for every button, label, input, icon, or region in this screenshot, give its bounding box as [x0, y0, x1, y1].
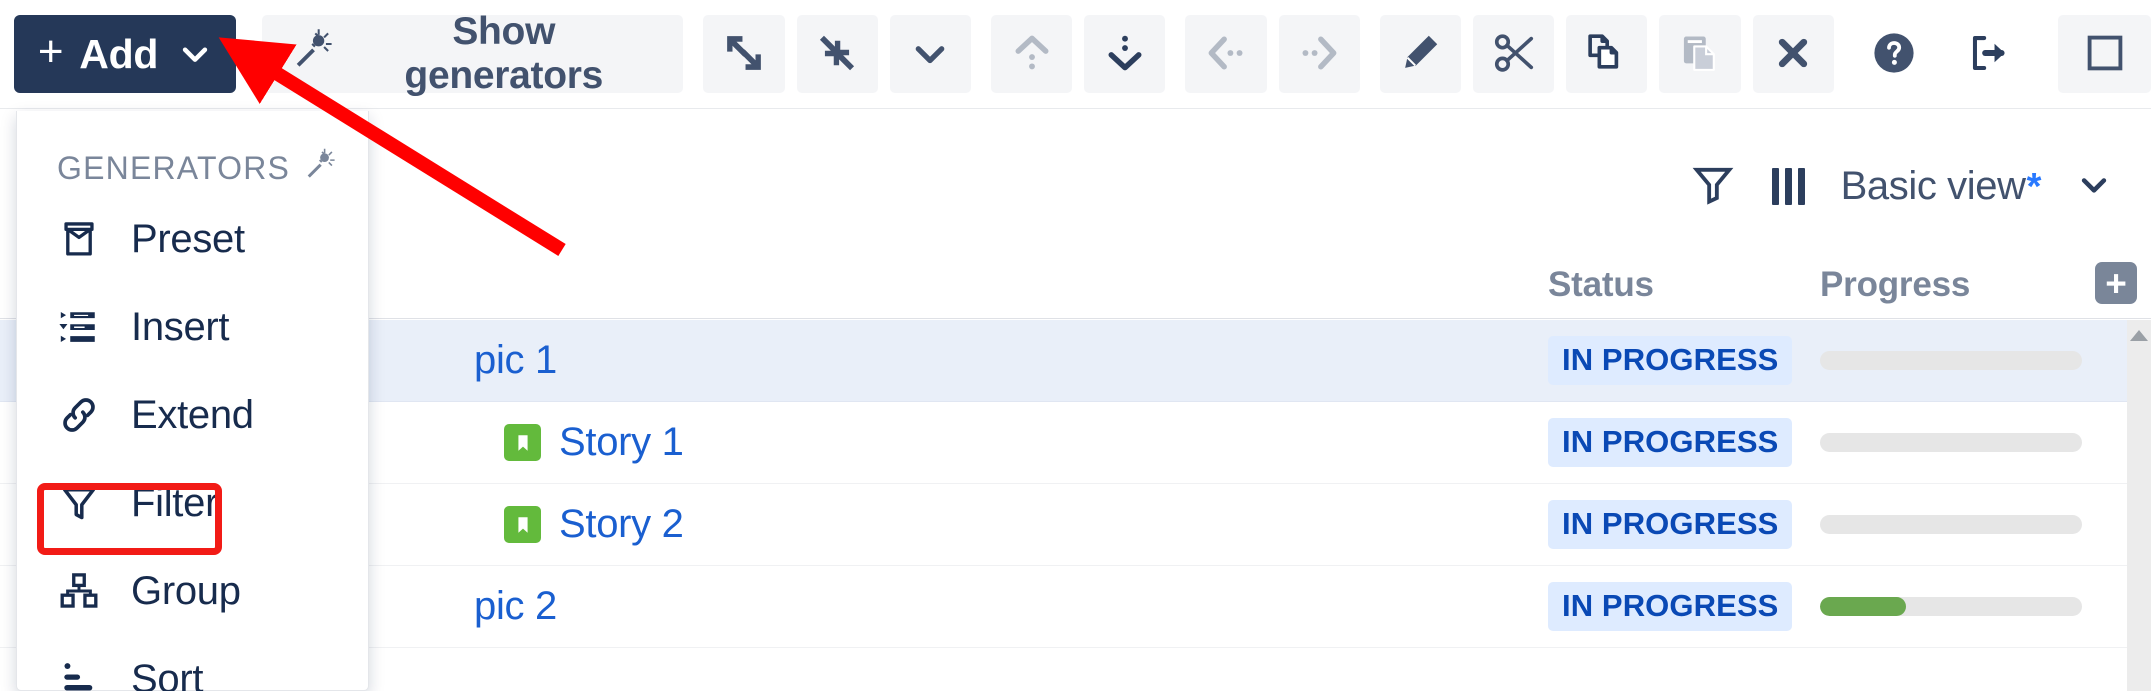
paste-button[interactable] — [1659, 15, 1740, 93]
column-header-progress[interactable]: Progress — [1820, 265, 1970, 305]
export-arrow-icon — [1965, 30, 2011, 79]
menu-item-sort[interactable]: Sort — [17, 641, 368, 691]
progress-bar — [1820, 515, 2082, 534]
export-button[interactable] — [1947, 15, 2028, 93]
menu-section-title: GENERATORS — [17, 111, 368, 189]
chevron-down-icon[interactable] — [2077, 167, 2111, 206]
menu-item-label: Insert — [131, 305, 229, 350]
edit-button[interactable] — [1380, 15, 1461, 93]
view-toolbar: Basic view* — [1690, 151, 2151, 221]
chevron-down-icon[interactable] — [178, 37, 212, 71]
add-button[interactable]: + Add — [14, 15, 236, 93]
view-name-label: Basic view — [1841, 164, 2026, 209]
paste-icon — [1677, 30, 1723, 79]
status-badge[interactable]: IN PROGRESS — [1548, 500, 1792, 549]
issue-link[interactable]: Story 2 — [504, 502, 684, 547]
status-badge[interactable]: IN PROGRESS — [1548, 336, 1792, 385]
menu-item-filter[interactable]: Filter — [17, 465, 368, 541]
move-up-button[interactable] — [991, 15, 1072, 93]
group-blocks-icon — [57, 570, 101, 612]
move-down-button[interactable] — [1084, 15, 1165, 93]
view-modified-marker: * — [2027, 166, 2041, 209]
story-bookmark-icon — [504, 424, 541, 461]
menu-item-group[interactable]: Group — [17, 553, 368, 629]
scroll-up-arrow-icon[interactable] — [2130, 330, 2148, 341]
app-window: + Add Show generators — [0, 0, 2151, 691]
column-header-status[interactable]: Status — [1548, 265, 1654, 305]
main-toolbar: + Add Show generators — [0, 0, 2151, 108]
link-chain-icon — [57, 394, 101, 436]
expand-arrows-icon — [721, 30, 767, 79]
columns-icon[interactable] — [1772, 168, 1805, 205]
menu-item-label: Group — [131, 569, 241, 614]
copy-pages-icon — [1584, 30, 1630, 79]
indent-button[interactable] — [1279, 15, 1360, 93]
show-generators-label: Show generators — [354, 10, 653, 98]
menu-item-label: Preset — [131, 217, 245, 262]
progress-bar — [1820, 433, 2082, 452]
add-button-label: Add — [79, 31, 158, 78]
add-column-button[interactable]: + — [2095, 262, 2137, 304]
arrow-right-dotted-icon — [1297, 31, 1341, 78]
issue-link[interactable]: pic 1 — [474, 338, 557, 383]
show-generators-button[interactable]: Show generators — [262, 15, 683, 93]
generators-dropdown-menu: GENERATORS Preset — [16, 111, 369, 691]
menu-item-label: Sort — [131, 657, 203, 691]
arrow-down-dotted-icon — [1103, 31, 1147, 78]
menu-item-extend[interactable]: Extend — [17, 377, 368, 453]
menu-item-insert[interactable]: Insert — [17, 289, 368, 365]
progress-bar — [1820, 351, 2082, 370]
arrow-up-dotted-icon — [1010, 31, 1054, 78]
menu-item-label: Extend — [131, 393, 254, 438]
copy-button[interactable] — [1566, 15, 1647, 93]
magic-wand-icon — [304, 147, 338, 189]
expand-all-button[interactable] — [703, 15, 784, 93]
scissors-icon — [1491, 30, 1537, 79]
vertical-scrollbar[interactable] — [2127, 320, 2151, 691]
story-bookmark-icon — [504, 506, 541, 543]
menu-title-label: GENERATORS — [57, 150, 290, 187]
issue-link[interactable]: Story 1 — [504, 420, 684, 465]
progress-bar — [1820, 597, 2082, 616]
status-badge[interactable]: IN PROGRESS — [1548, 418, 1792, 467]
arrow-left-dotted-icon — [1204, 31, 1248, 78]
cut-button[interactable] — [1473, 15, 1554, 93]
view-name[interactable]: Basic view* — [1841, 164, 2041, 209]
issue-title: Story 1 — [559, 420, 684, 465]
pencil-icon — [1398, 31, 1442, 78]
help-button[interactable] — [1854, 15, 1935, 93]
issue-title: pic 2 — [474, 584, 557, 629]
issue-link[interactable]: pic 2 — [474, 584, 557, 629]
close-x-icon — [1773, 33, 1813, 76]
expand-level-button[interactable] — [890, 15, 971, 93]
preset-box-icon — [57, 218, 101, 260]
question-circle-icon — [1870, 29, 1918, 80]
collapse-all-button[interactable] — [797, 15, 878, 93]
funnel-icon — [57, 482, 101, 524]
status-badge[interactable]: IN PROGRESS — [1548, 582, 1792, 631]
magic-wand-icon — [292, 27, 336, 81]
panel-square-icon — [2083, 31, 2127, 78]
details-panel-button[interactable] — [2058, 15, 2151, 93]
progress-bar-fill — [1820, 597, 1906, 616]
chevron-down-icon — [910, 33, 950, 76]
plus-icon: + — [38, 30, 63, 74]
menu-item-label: Filter — [131, 481, 218, 526]
issue-title: pic 1 — [474, 338, 557, 383]
collapse-arrows-icon — [814, 30, 860, 79]
outdent-button[interactable] — [1185, 15, 1266, 93]
issue-title: Story 2 — [559, 502, 684, 547]
menu-item-preset[interactable]: Preset — [17, 201, 368, 277]
filter-icon[interactable] — [1690, 161, 1736, 212]
sort-icon — [57, 658, 101, 691]
delete-button[interactable] — [1753, 15, 1834, 93]
insert-rows-icon — [57, 306, 101, 348]
